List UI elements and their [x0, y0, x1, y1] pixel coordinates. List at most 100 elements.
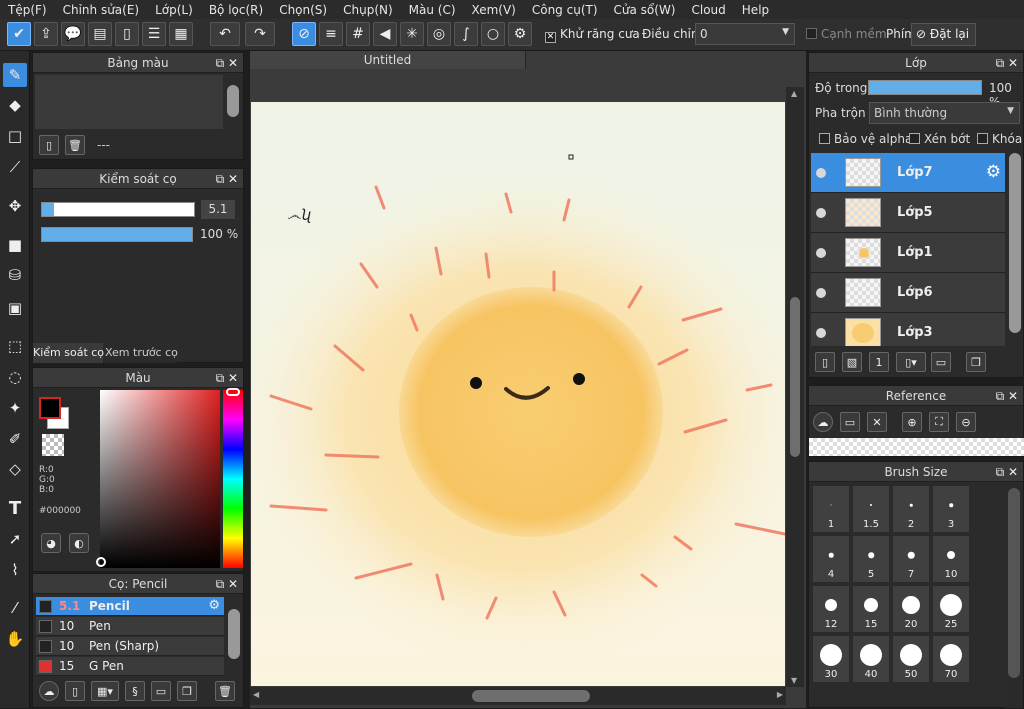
- zoom-out-icon[interactable]: ⊖: [956, 412, 976, 432]
- arrow-left-icon[interactable]: ◀: [253, 690, 259, 699]
- layer-row-lop5[interactable]: Lớp5: [811, 193, 1005, 233]
- lock-checkbox[interactable]: Khóa: [977, 132, 1022, 146]
- check-list-icon[interactable]: ▦: [169, 22, 193, 46]
- operation-tool-icon[interactable]: ➚: [3, 527, 27, 551]
- caption-icon[interactable]: ▤: [88, 22, 112, 46]
- lasso-select-icon[interactable]: ◌: [3, 365, 27, 389]
- transparent-color-swatch[interactable]: [42, 434, 64, 456]
- folder-icon[interactable]: ▭: [151, 681, 171, 701]
- menu-capture[interactable]: Chụp(N): [335, 3, 401, 17]
- adjust-dropdown[interactable]: 0 ▼: [695, 23, 795, 45]
- blend-mode-dropdown[interactable]: Bình thường ▼: [869, 102, 1020, 124]
- brush-opacity-slider[interactable]: [41, 227, 193, 242]
- fit-icon[interactable]: ⛶: [929, 412, 949, 432]
- visibility-icon[interactable]: [816, 168, 826, 178]
- brush-size-slider[interactable]: [41, 202, 195, 217]
- canvas[interactable]: ෴ʯ: [251, 102, 785, 686]
- color-mixer-icon[interactable]: ◐: [69, 533, 89, 553]
- menu-window[interactable]: Cửa sổ(W): [606, 3, 684, 17]
- layer-row-lop3[interactable]: Lớp3: [811, 313, 1005, 346]
- line-tool-icon[interactable]: ⟋: [3, 155, 27, 179]
- list-icon[interactable]: ☰: [142, 22, 166, 46]
- hue-handle[interactable]: [226, 388, 240, 396]
- grid-snap-icon[interactable]: #: [346, 22, 370, 46]
- parallel-snap-icon[interactable]: ≡: [319, 22, 343, 46]
- folder-icon[interactable]: ▭: [931, 352, 951, 372]
- magic-wand-icon[interactable]: ✦: [3, 396, 27, 420]
- brush-size-3[interactable]: 3: [932, 485, 970, 533]
- brush-size-scrollbar[interactable]: [1005, 484, 1023, 708]
- gradient-tool-icon[interactable]: ▣: [3, 296, 27, 320]
- brush-size-1-5[interactable]: 1.5: [852, 485, 890, 533]
- brush-item-pencil[interactable]: 5.1 Pencil ⚙: [36, 597, 224, 616]
- share-icon[interactable]: ⇪: [34, 22, 58, 46]
- saturation-value-picker[interactable]: [100, 390, 220, 568]
- brush-size-1[interactable]: 1: [812, 485, 850, 533]
- brush-size-4[interactable]: 4: [812, 535, 850, 583]
- layer-row-lop1[interactable]: Lớp1: [811, 233, 1005, 273]
- panel-controls[interactable]: ⧉ ✕: [216, 53, 238, 73]
- comment-icon[interactable]: 💬: [61, 22, 85, 46]
- cloud-download-icon[interactable]: ☁: [39, 681, 59, 701]
- cloud-check-icon[interactable]: ✔: [7, 22, 31, 46]
- visibility-icon[interactable]: [816, 248, 826, 258]
- tab-brush-preview[interactable]: Xem trước cọ: [105, 343, 178, 363]
- antialias-checkbox[interactable]: ✕ Khử răng cưa: [545, 27, 640, 43]
- snap-settings-icon[interactable]: ⚙: [508, 22, 532, 46]
- perspective-snap-icon[interactable]: ◀: [373, 22, 397, 46]
- fill-rect-tool-icon[interactable]: ■: [3, 233, 27, 257]
- bucket-tool-icon[interactable]: ⛁: [3, 263, 27, 287]
- layer-list-scrollbar[interactable]: [1007, 153, 1023, 343]
- brush-item-pen-sharp[interactable]: 10 Pen (Sharp): [36, 637, 224, 656]
- panel-controls[interactable]: ⧉ ✕: [996, 53, 1018, 73]
- menu-filter[interactable]: Bộ lọc(R): [201, 3, 271, 17]
- panel-controls[interactable]: ⧉ ✕: [996, 462, 1018, 482]
- menu-edit[interactable]: Chỉnh sửa(E): [55, 3, 148, 17]
- document-icon[interactable]: ▯: [115, 22, 139, 46]
- new-palette-icon[interactable]: ▯: [39, 135, 59, 155]
- new-brush-icon[interactable]: ▯: [65, 681, 85, 701]
- brush-size-12[interactable]: 12: [812, 585, 850, 633]
- soft-edge-checkbox[interactable]: Cạnh mềm: [806, 27, 887, 41]
- panel-controls[interactable]: ⧉ ✕: [216, 574, 238, 594]
- brush-list-scrollbar[interactable]: [226, 597, 242, 675]
- brush-size-2[interactable]: 2: [892, 485, 930, 533]
- brush-tool-icon[interactable]: ✎: [3, 63, 27, 87]
- clipping-checkbox[interactable]: Xén bớt: [909, 132, 970, 146]
- duplicate-layer-icon[interactable]: ❐: [966, 352, 986, 372]
- eraser-tool-icon[interactable]: ◆: [3, 93, 27, 117]
- arrow-down-icon[interactable]: ▼: [791, 676, 797, 685]
- trash-icon[interactable]: 🗑: [215, 681, 235, 701]
- brush-size-value[interactable]: 5.1: [201, 200, 235, 219]
- brush-item-g-pen[interactable]: 15 G Pen: [36, 657, 224, 676]
- foreground-color-swatch[interactable]: [39, 397, 61, 419]
- open-folder-icon[interactable]: ▭: [840, 412, 860, 432]
- menu-tools[interactable]: Công cụ(T): [524, 3, 606, 17]
- trash-icon[interactable]: 🗑: [65, 135, 85, 155]
- reference-image-area[interactable]: [809, 438, 1024, 456]
- menu-cloud[interactable]: Cloud: [684, 3, 734, 17]
- visibility-icon[interactable]: [816, 288, 826, 298]
- add-brush-menu-icon[interactable]: ▦▾: [91, 681, 119, 701]
- panel-controls[interactable]: ⧉ ✕: [996, 386, 1018, 406]
- brush-size-40[interactable]: 40: [852, 635, 890, 683]
- brush-size-7[interactable]: 7: [892, 535, 930, 583]
- zoom-in-icon[interactable]: ⊕: [902, 412, 922, 432]
- menu-help[interactable]: Help: [734, 3, 777, 17]
- undo-icon[interactable]: ↶: [210, 22, 240, 46]
- layer-row-lop6[interactable]: Lớp6: [811, 273, 1005, 313]
- palette-area[interactable]: [35, 75, 223, 129]
- hue-slider[interactable]: [223, 390, 243, 568]
- visibility-icon[interactable]: [816, 208, 826, 218]
- gear-icon[interactable]: ⚙: [208, 598, 220, 613]
- panel-controls[interactable]: ⧉ ✕: [216, 169, 238, 189]
- panel-controls[interactable]: ⧉ ✕: [216, 368, 238, 388]
- redo-icon[interactable]: ↷: [245, 22, 275, 46]
- brush-settings-icon[interactable]: §: [125, 681, 145, 701]
- canvas-vertical-scrollbar[interactable]: ▲ ▼: [786, 87, 804, 687]
- menu-view[interactable]: Xem(V): [464, 3, 524, 17]
- layer-row-lop7[interactable]: Lớp7 ⚙: [811, 153, 1005, 193]
- brush-size-50[interactable]: 50: [892, 635, 930, 683]
- curve-snap-icon[interactable]: ∫: [454, 22, 478, 46]
- select-pen-icon[interactable]: ✐: [3, 427, 27, 451]
